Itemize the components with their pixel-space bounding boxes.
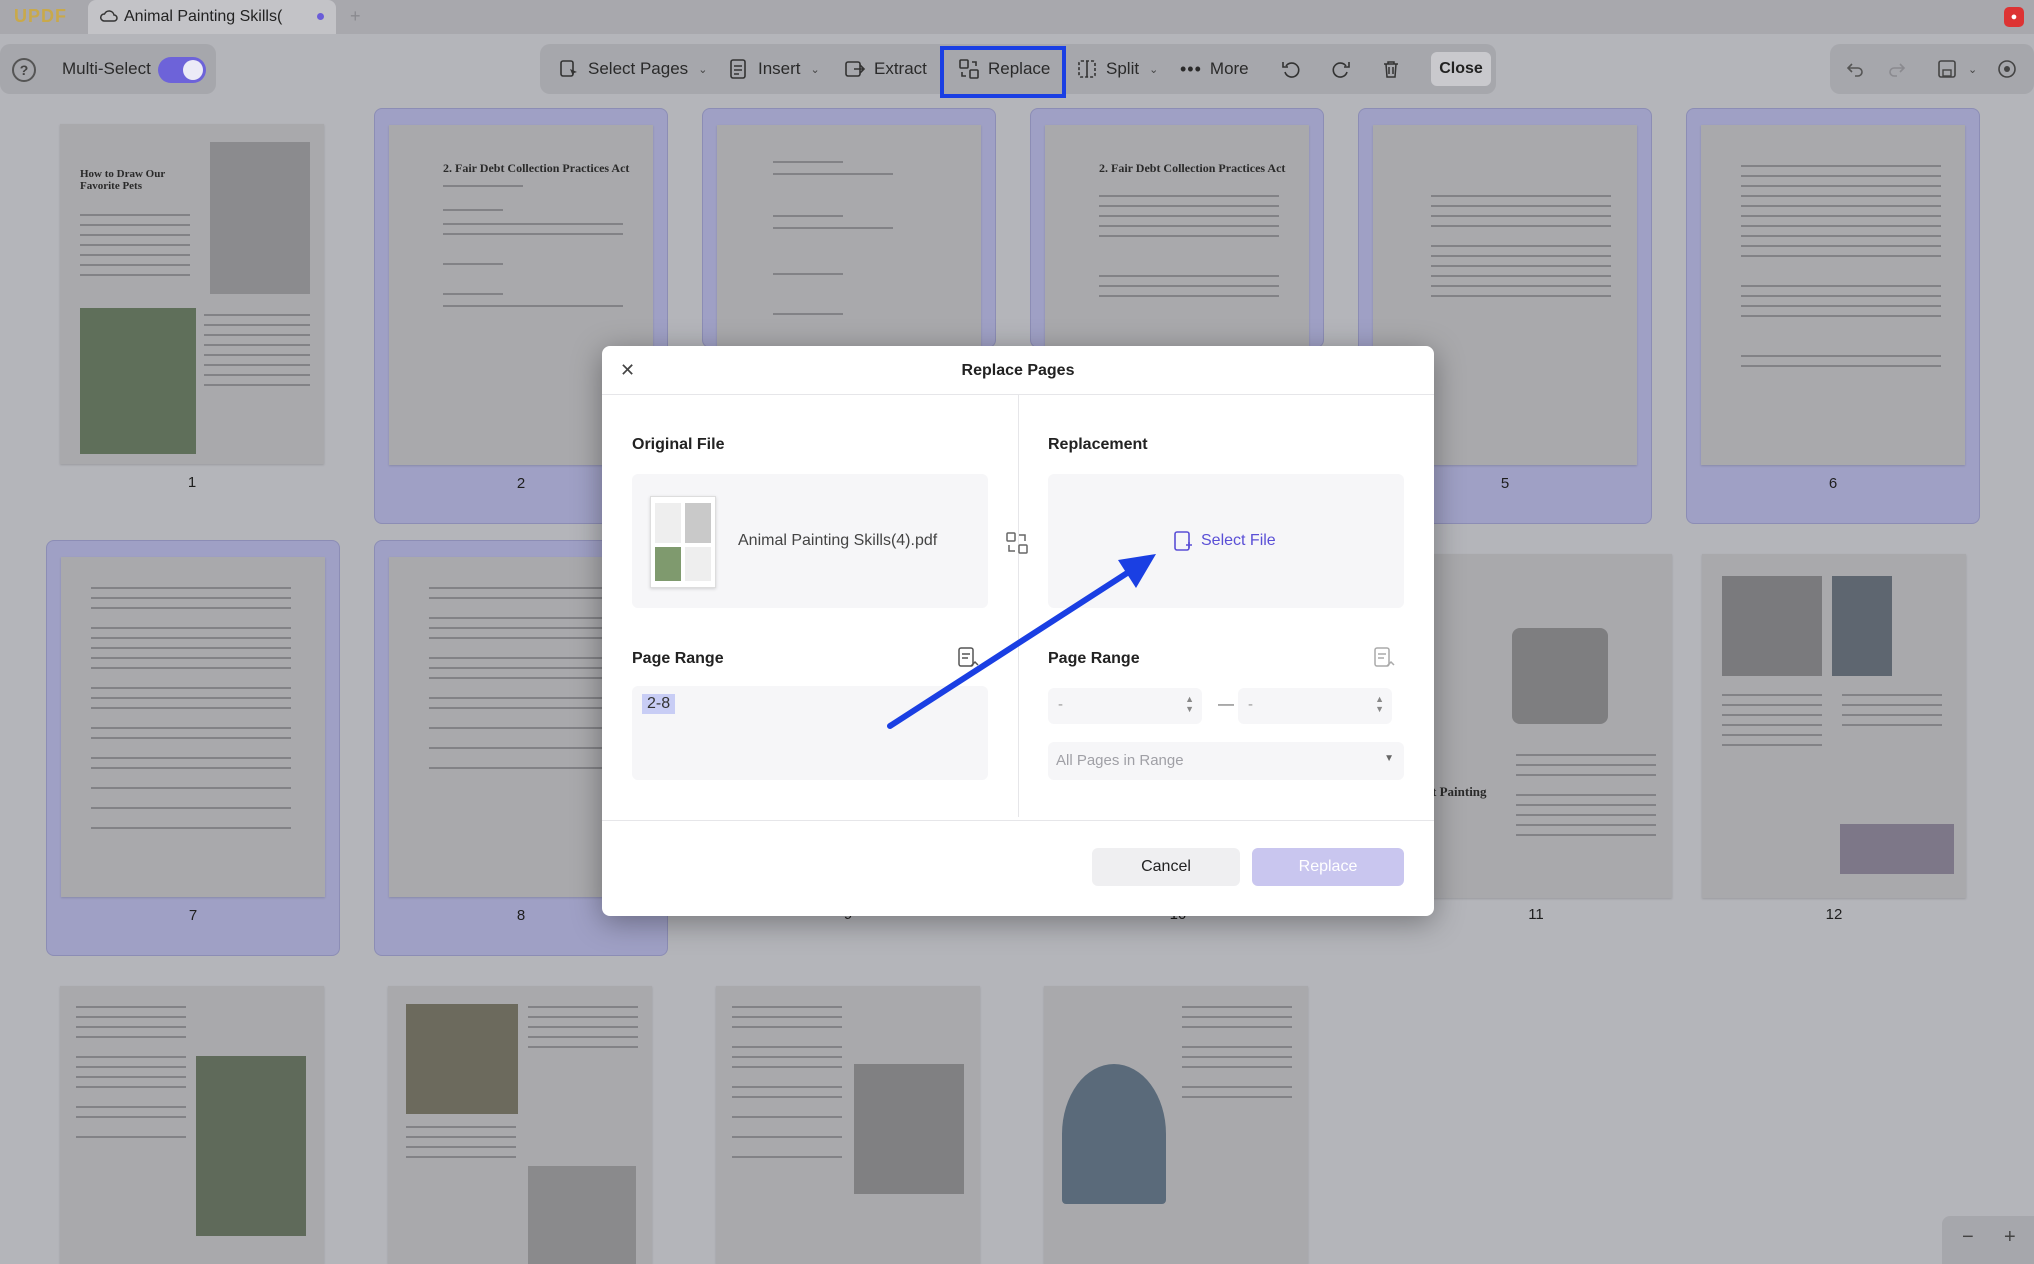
select-file-button[interactable]: Select File (1173, 530, 1276, 552)
multi-select-label: Multi-Select (62, 59, 151, 78)
app-logo: UPDF (14, 6, 67, 26)
page-thumbnail[interactable] (702, 108, 996, 353)
page-thumbnail[interactable]: 2. Fair Debt Collection Practices Act (1030, 108, 1324, 353)
new-tab-button[interactable]: + (350, 6, 361, 27)
unsaved-dot-icon (317, 13, 324, 20)
page-number: 12 (1825, 906, 1843, 923)
range-end-stepper[interactable]: - ▲ ▼ (1238, 688, 1392, 724)
page-range-icon[interactable] (1372, 646, 1396, 672)
page-range-value: 2-8 (642, 694, 676, 714)
rotate-left-button[interactable] (1280, 44, 1302, 94)
page-range-input[interactable] (632, 686, 988, 780)
page-number: 7 (188, 907, 198, 924)
original-file-label: Original File (632, 436, 725, 453)
pages-in-range-select[interactable]: All Pages in Range ▼ (1048, 742, 1404, 780)
zoom-controls: − + (1942, 1216, 2034, 1264)
extract-icon (845, 61, 866, 77)
swap-icon[interactable] (1004, 530, 1030, 556)
rotate-right-icon (1332, 62, 1350, 78)
insert-button[interactable]: Insert ⌄ (728, 44, 820, 94)
chevron-down-icon: ⌄ (1149, 63, 1159, 76)
save-button[interactable]: ⌄ (1936, 44, 1977, 94)
record-icon[interactable]: ● (2004, 7, 2024, 27)
page-thumbnail[interactable] (388, 986, 652, 1264)
page-range-label: Page Range (632, 650, 724, 667)
save-icon (1938, 60, 1956, 78)
more-button[interactable]: ••• More (1180, 44, 1249, 94)
replacement-label: Replacement (1048, 436, 1148, 453)
document-tab[interactable]: Animal Painting Skills( (88, 0, 336, 34)
trash-icon (1384, 61, 1398, 78)
page-number: 1 (187, 474, 197, 491)
document-tab-title: Animal Painting Skills( (124, 8, 283, 25)
cancel-button[interactable]: Cancel (1092, 848, 1240, 886)
zoom-in-icon[interactable]: + (2004, 1226, 2016, 1249)
divider (602, 820, 1434, 821)
undo-button[interactable] (1844, 44, 1866, 94)
replace-highlight-box (940, 46, 1066, 98)
page-thumbnail[interactable]: t Painting 11 (1430, 552, 1672, 932)
close-button[interactable]: Close (1431, 52, 1491, 86)
chevron-down-icon: ⌄ (698, 63, 708, 76)
page-number: 5 (1500, 475, 1510, 492)
ai-assistant-button[interactable] (1996, 44, 2018, 94)
cloud-icon (100, 10, 118, 22)
page-number: 8 (516, 907, 526, 924)
page-thumbnail[interactable] (716, 986, 980, 1264)
page-number: 11 (1528, 906, 1544, 923)
rotate-left-icon (1282, 62, 1300, 78)
page-number: 6 (1828, 475, 1838, 492)
undo-icon (1846, 63, 1863, 77)
replacement-page-range-label: Page Range (1048, 650, 1140, 667)
help-icon[interactable]: ? (12, 58, 36, 82)
page-thumbnail[interactable]: 7 (46, 540, 340, 956)
page-number: 2 (516, 475, 526, 492)
delete-button[interactable] (1380, 44, 1402, 94)
chevron-down-icon: ⌄ (810, 63, 820, 76)
ai-assistant-icon (1998, 60, 2016, 78)
page-thumbnail[interactable]: How to Draw Our Favorite Pets 1 (44, 110, 340, 491)
redo-icon (1889, 63, 1906, 77)
page-thumbnail[interactable]: 6 (1686, 108, 1980, 524)
replace-button[interactable]: Replace (1252, 848, 1404, 886)
split-button[interactable]: Split ⌄ (1076, 44, 1158, 94)
page-range-icon[interactable] (956, 646, 980, 672)
multi-select-toggle[interactable] (158, 57, 206, 83)
chevron-down-icon: ⌄ (1968, 63, 1978, 76)
range-start-stepper[interactable]: - ▲ ▼ (1048, 688, 1202, 724)
page-thumbnail[interactable] (60, 986, 324, 1264)
select-pages-icon (560, 60, 577, 77)
page-thumbnail[interactable]: 12 (1686, 540, 1980, 940)
add-file-icon (1174, 531, 1192, 551)
more-dots-icon: ••• (1180, 58, 1202, 79)
redo-button[interactable] (1886, 44, 1908, 94)
extract-button[interactable]: Extract (844, 44, 927, 94)
page-thumbnail[interactable] (1044, 986, 1308, 1264)
rotate-right-button[interactable] (1330, 44, 1352, 94)
dialog-title: Replace Pages (961, 362, 1075, 379)
insert-icon (730, 59, 746, 79)
divider (1018, 395, 1019, 817)
split-icon (1078, 60, 1096, 78)
original-filename: Animal Painting Skills(4).pdf (738, 532, 938, 549)
select-pages-button[interactable]: Select Pages ⌄ (558, 44, 707, 94)
range-dash: — (1218, 696, 1234, 713)
original-file-thumbnail (650, 496, 716, 588)
chevron-down-icon: ▼ (1384, 753, 1394, 764)
zoom-out-icon[interactable]: − (1962, 1226, 1974, 1249)
